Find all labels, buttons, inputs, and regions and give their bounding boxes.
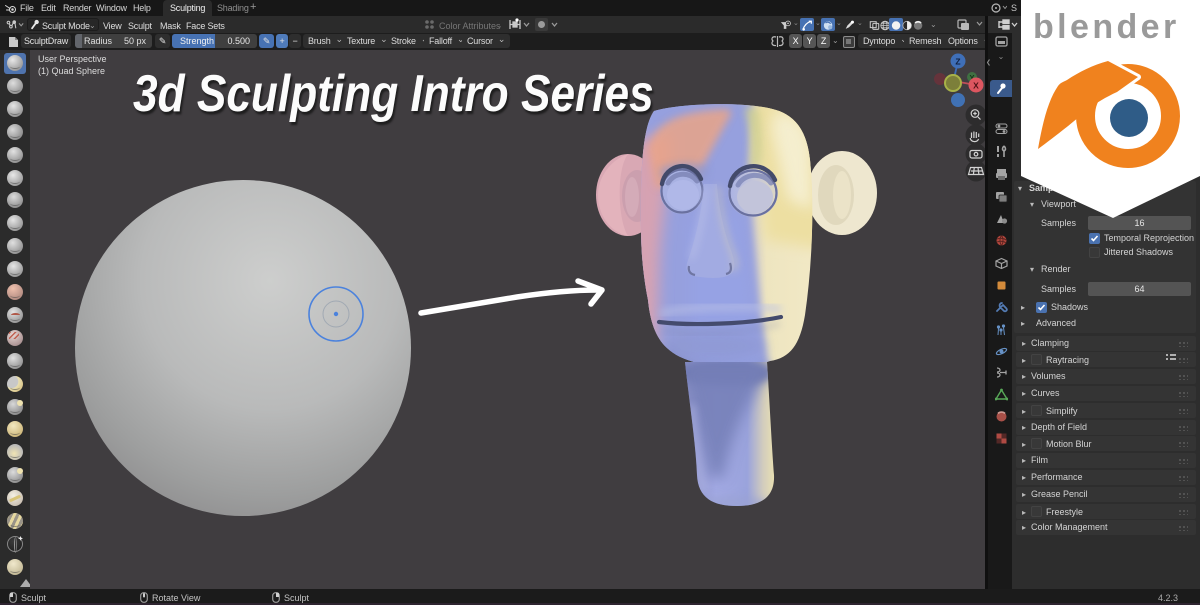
svg-text:(1) Quad Sphere: (1) Quad Sphere (38, 66, 105, 76)
svg-text:X: X (973, 81, 979, 91)
svg-text:User Perspective: User Perspective (38, 54, 107, 64)
svg-text:Z: Z (955, 57, 960, 67)
svg-text:blender: blender (1033, 8, 1180, 46)
